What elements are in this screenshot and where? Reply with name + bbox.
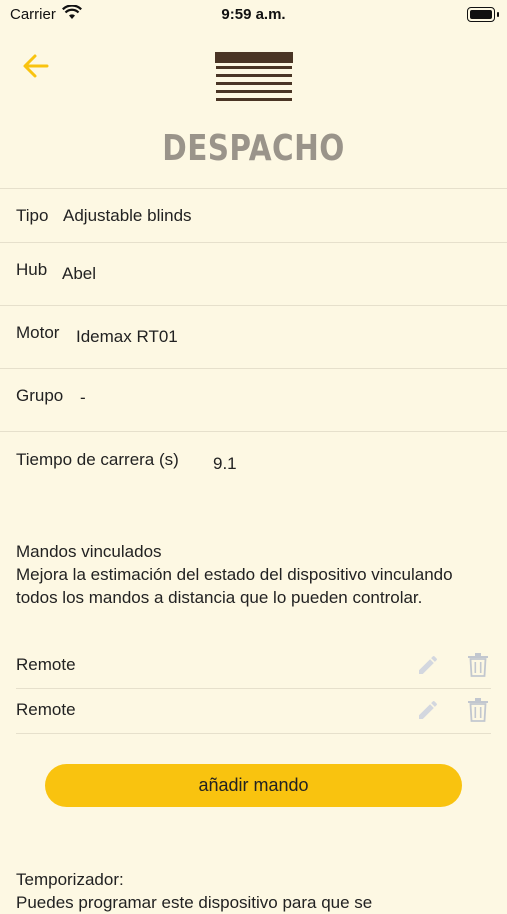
motor-label: Motor <box>16 323 60 342</box>
tipo-value: Adjustable blinds <box>63 206 192 225</box>
clock: 9:59 a.m. <box>221 6 286 23</box>
divider <box>16 733 491 734</box>
divider <box>0 242 507 243</box>
divider <box>0 305 507 306</box>
list-item: Remote <box>16 688 491 732</box>
pencil-icon[interactable] <box>416 698 440 722</box>
pencil-icon[interactable] <box>416 653 440 677</box>
grupo-value: - <box>80 388 86 407</box>
grupo-label: Grupo <box>16 386 64 405</box>
tiempo-value: 9.1 <box>213 454 237 473</box>
remotes-description: Mejora la estimación del estado del disp… <box>16 565 453 607</box>
motor-value: Idemax RT01 <box>76 327 178 346</box>
trash-icon[interactable] <box>467 698 489 722</box>
list-item: Remote <box>16 643 491 687</box>
timer-description: Puedes programar este dispositivo para q… <box>16 893 373 912</box>
add-remote-button[interactable]: añadir mando <box>45 764 462 807</box>
page-title: DESPACHO <box>162 128 345 169</box>
tiempo-label: Tiempo de carrera (s) <box>16 450 179 469</box>
tipo-label: Tipo <box>16 206 49 225</box>
status-bar: Carrier 9:59 a.m. <box>0 0 507 28</box>
battery-icon <box>467 7 499 22</box>
hub-value: Abel <box>62 264 97 283</box>
hub-label: Hub <box>16 260 48 279</box>
divider <box>0 188 507 189</box>
timer-heading: Temporizador: <box>16 870 124 889</box>
arrow-left-icon[interactable] <box>20 50 52 82</box>
remote-name: Remote <box>16 700 76 719</box>
remote-name: Remote <box>16 655 76 674</box>
remotes-heading: Mandos vinculados <box>16 542 162 561</box>
blinds-icon <box>215 52 293 101</box>
divider <box>0 431 507 432</box>
divider <box>0 368 507 369</box>
trash-icon[interactable] <box>467 653 489 677</box>
